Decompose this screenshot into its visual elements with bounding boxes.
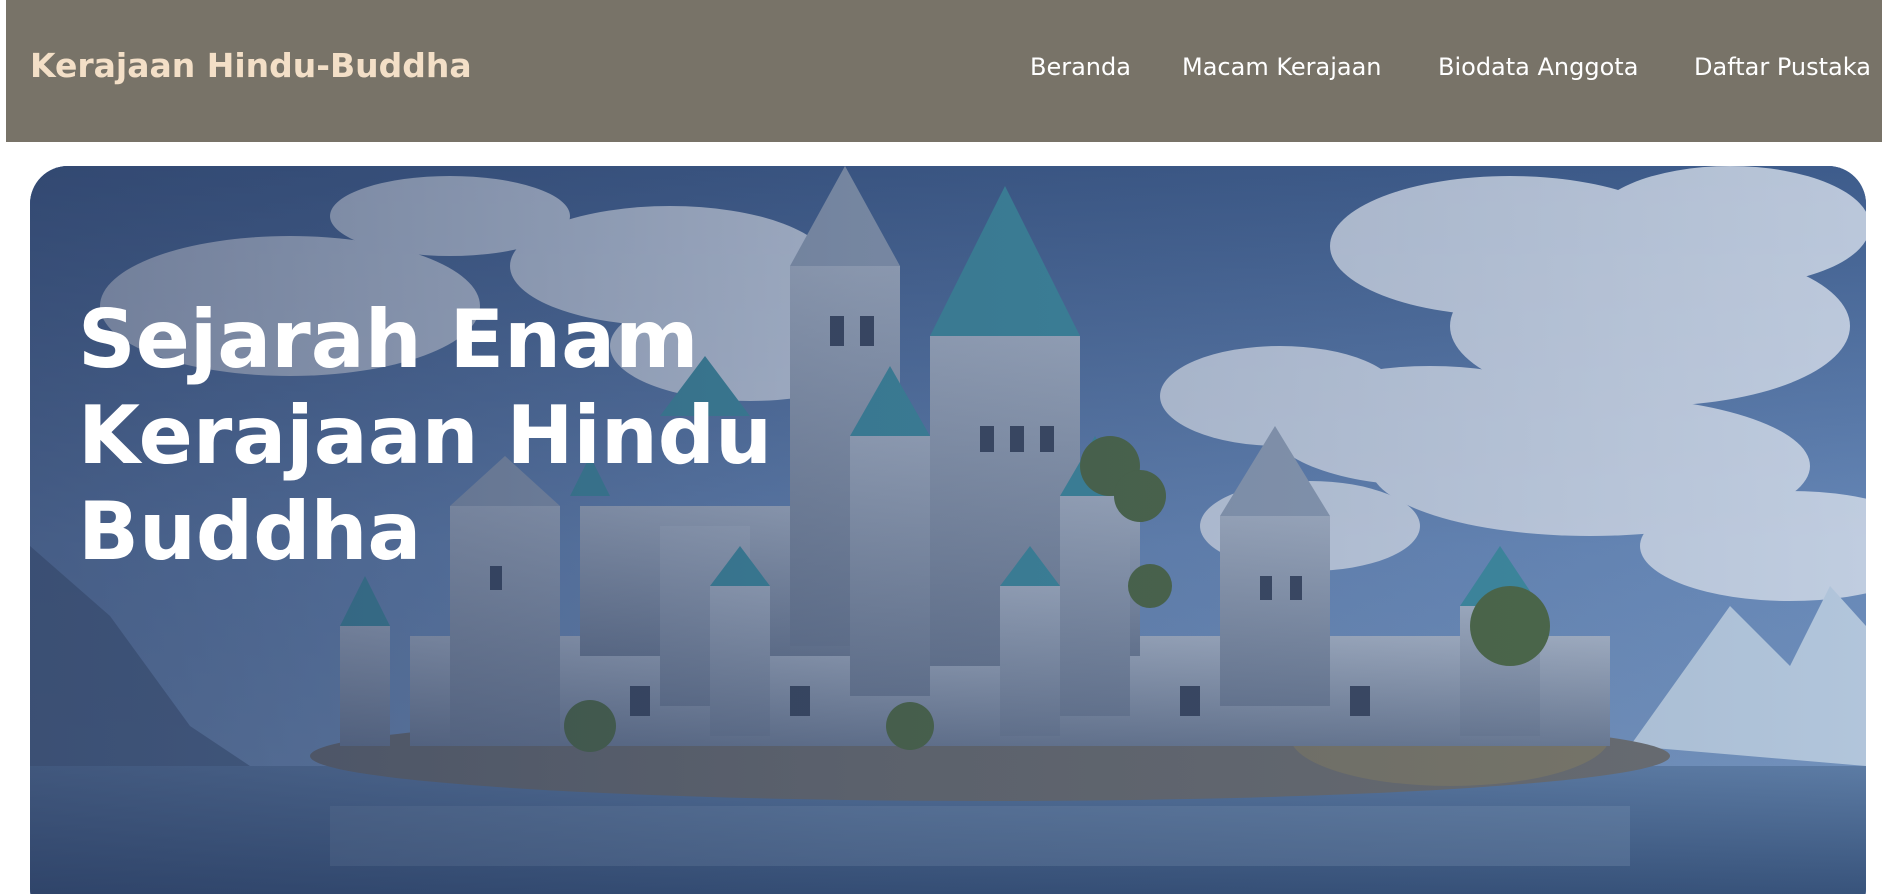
page: Kerajaan Hindu-Buddha Beranda Macam Kera… xyxy=(0,0,1882,894)
nav-link-biodata-anggota[interactable]: Biodata Anggota xyxy=(1438,50,1638,84)
hero-banner: Sejarah Enam Kerajaan Hindu Buddha xyxy=(30,166,1866,894)
brand-title[interactable]: Kerajaan Hindu-Buddha xyxy=(30,44,472,88)
navbar: Kerajaan Hindu-Buddha Beranda Macam Kera… xyxy=(6,0,1882,142)
nav-link-macam-kerajaan[interactable]: Macam Kerajaan xyxy=(1182,50,1382,84)
nav-menu: Beranda Macam Kerajaan Biodata Anggota D… xyxy=(1024,50,1880,84)
nav-link-daftar-pustaka[interactable]: Daftar Pustaka xyxy=(1694,50,1871,84)
hero-title: Sejarah Enam Kerajaan Hindu Buddha xyxy=(78,293,773,578)
nav-link-beranda[interactable]: Beranda xyxy=(1030,50,1131,84)
